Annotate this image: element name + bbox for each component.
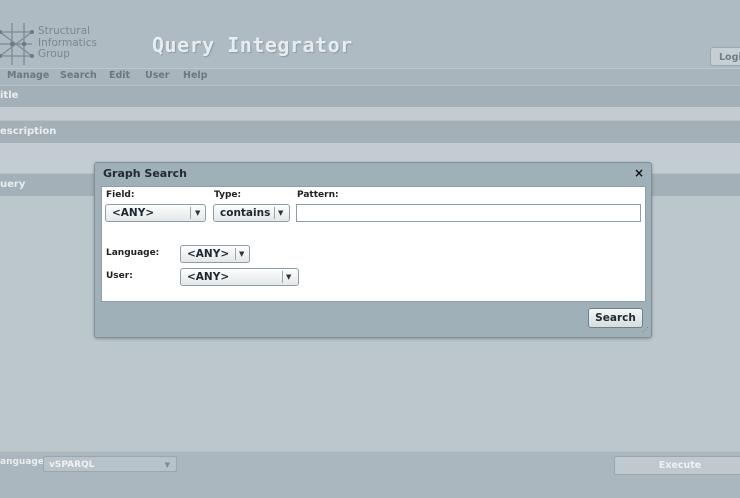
header: Structural Informatics Group Query Integ… — [0, 0, 740, 68]
user-filter-value: <ANY> — [187, 271, 230, 283]
language-filter-label: Language: — [106, 248, 160, 258]
type-select[interactable]: contains ▼ — [213, 204, 290, 222]
footer-bar: anguage vSPARQL ▼ Execute — [0, 452, 740, 498]
menu-edit[interactable]: Edit — [109, 70, 130, 81]
dialog-body: Field: <ANY> ▼ Type: contains ▼ Pattern:… — [101, 186, 646, 302]
title-field[interactable] — [0, 107, 740, 120]
resize-grip-icon[interactable]: ⋰ — [642, 327, 649, 334]
dialog-title: Graph Search — [103, 167, 187, 180]
chevron-down-icon: ▼ — [286, 273, 292, 281]
type-label: Type: — [214, 190, 242, 200]
menu-help[interactable]: Help — [183, 70, 207, 81]
language-filter-value: <ANY> — [187, 248, 230, 260]
graph-search-dialog: Graph Search × Field: <ANY> ▼ Type: cont… — [94, 162, 652, 338]
user-filter-select[interactable]: <ANY> ▼ — [180, 268, 299, 286]
chevron-down-icon: ▼ — [195, 209, 201, 217]
field-select[interactable]: <ANY> ▼ — [105, 204, 206, 222]
app-title: Query Integrator — [152, 33, 353, 57]
close-icon[interactable]: × — [634, 166, 644, 180]
pattern-label: Pattern: — [297, 190, 339, 200]
language-select-value: vSPARQL — [49, 460, 95, 470]
structural-network-logo-icon — [0, 23, 34, 65]
chevron-down-icon: ▼ — [164, 461, 170, 469]
menu-bar: Manage Search Edit User Help — [0, 68, 740, 85]
login-button[interactable]: Logi — [710, 47, 740, 66]
chevron-down-icon: ▼ — [278, 209, 284, 217]
type-select-value: contains — [220, 207, 271, 219]
menu-manage[interactable]: Manage — [7, 70, 49, 81]
menu-user[interactable]: User — [145, 70, 170, 81]
search-button[interactable]: Search — [588, 308, 643, 328]
language-label: anguage — [0, 457, 44, 467]
language-filter-select[interactable]: <ANY> ▼ — [180, 245, 250, 263]
user-filter-label: User: — [106, 271, 133, 281]
chevron-down-icon: ▼ — [239, 250, 245, 258]
logo-line-1: Structural — [38, 25, 90, 37]
execute-button[interactable]: Execute — [614, 456, 740, 475]
language-select[interactable]: vSPARQL ▼ — [43, 456, 177, 472]
field-select-value: <ANY> — [112, 207, 155, 219]
description-section-header: escription — [0, 121, 740, 143]
pattern-input[interactable] — [296, 204, 641, 222]
query-integrator-page: Structural Informatics Group Query Integ… — [0, 0, 740, 498]
menu-search[interactable]: Search — [60, 70, 97, 81]
logo-line-3: Group — [38, 48, 70, 60]
field-label: Field: — [106, 190, 135, 200]
title-section-header: itle — [0, 86, 740, 107]
logo-text: Structural Informatics Group — [38, 25, 97, 61]
